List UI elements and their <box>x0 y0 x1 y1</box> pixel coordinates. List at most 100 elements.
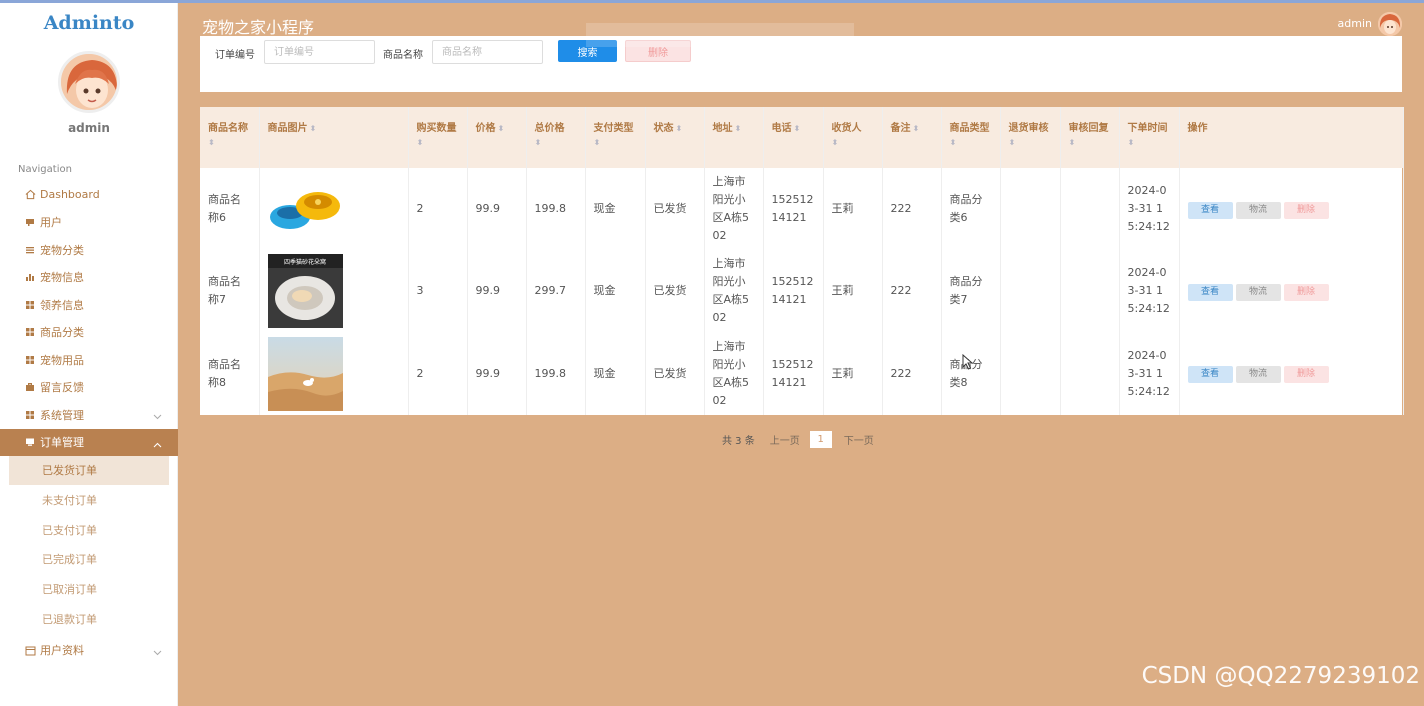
grid-icon <box>24 326 36 338</box>
column-header[interactable]: 支付类型 ⬍ <box>585 107 646 168</box>
next-page-button[interactable]: 下一页 <box>844 432 874 447</box>
user-icon <box>24 216 36 228</box>
submenu-paid-orders[interactable]: 已支付订单 <box>0 515 178 545</box>
column-header[interactable]: 购买数量 ⬍ <box>408 107 468 168</box>
calendar-icon <box>24 644 36 656</box>
column-header[interactable]: 电话 ⬍ <box>763 107 824 168</box>
logistics-button[interactable]: 物流 <box>1235 283 1281 301</box>
submenu-shipped-orders[interactable]: 已发货订单 <box>9 455 169 486</box>
header-avatar[interactable] <box>1378 12 1402 36</box>
prev-page-button[interactable]: 上一页 <box>770 432 800 447</box>
column-header[interactable]: 退货审核 ⬍ <box>1000 107 1061 168</box>
column-header[interactable]: 状态 ⬍ <box>645 107 705 168</box>
cell-actions: 查看 物流 删除 <box>1179 250 1404 333</box>
sidebar: Adminto admin Navigation Dashboard 用户 宠物… <box>0 0 178 706</box>
cell-time: 2024-03-31 15:24:12 <box>1119 168 1180 251</box>
column-header[interactable]: 备注 ⬍ <box>882 107 942 168</box>
cell-return-review <box>1000 168 1061 251</box>
logistics-button[interactable]: 物流 <box>1235 201 1281 219</box>
cell-note: 222 <box>882 168 942 251</box>
column-header[interactable]: 收货人 ⬍ <box>823 107 883 168</box>
sidebar-item-orders[interactable]: 订单管理 <box>0 428 178 456</box>
cat-bed-image: 四季猫砂花朵窝 <box>267 254 343 329</box>
top-accent-line <box>0 0 1424 3</box>
cell-receiver: 王莉 <box>823 250 883 333</box>
column-header[interactable]: 下单时间 ⬍ <box>1119 107 1180 168</box>
sidebar-item-user-profile[interactable]: 用户资料 <box>0 637 178 665</box>
sidebar-username: admin <box>68 121 110 135</box>
grid-icon <box>24 409 36 421</box>
briefcase-icon <box>24 381 36 393</box>
sidebar-item-feedback[interactable]: 留言反馈 <box>0 374 178 402</box>
sidebar-item-adoption[interactable]: 领养信息 <box>0 291 178 319</box>
logistics-button[interactable]: 物流 <box>1235 366 1281 384</box>
delete-button[interactable]: 删除 <box>1283 201 1329 219</box>
sidebar-item-label: 用户 <box>40 216 62 230</box>
chevron-up-icon <box>153 438 162 451</box>
header-username[interactable]: admin <box>1338 17 1372 30</box>
view-button[interactable]: 查看 <box>1187 283 1233 301</box>
cell-status: 已发货 <box>645 250 705 333</box>
submenu-completed-orders[interactable]: 已完成订单 <box>0 545 178 575</box>
sidebar-item-product-category[interactable]: 商品分类 <box>0 319 178 347</box>
cell-name: 商品名称6 <box>200 168 260 251</box>
delete-button[interactable]: 删除 <box>1283 366 1329 384</box>
chevron-down-icon <box>153 646 162 659</box>
cell-address: 上海市阳光小区A栋502 <box>704 332 764 415</box>
grid-icon <box>24 299 36 311</box>
submenu-unpaid-orders[interactable]: 未支付订单 <box>0 485 178 515</box>
column-header[interactable]: 商品图片 ⬍ <box>259 107 409 168</box>
column-header[interactable]: 审核回复 ⬍ <box>1060 107 1120 168</box>
column-header[interactable]: 商品名称 ⬍ <box>200 107 260 168</box>
chevron-down-icon <box>153 410 162 423</box>
view-button[interactable]: 查看 <box>1187 201 1233 219</box>
list-icon <box>24 244 36 256</box>
sort-icon: ⬍ <box>734 124 742 133</box>
delete-button[interactable]: 删除 <box>1283 283 1329 301</box>
column-header[interactable]: 总价格 ⬍ <box>526 107 586 168</box>
column-header[interactable]: 价格 ⬍ <box>467 107 527 168</box>
sort-icon: ⬍ <box>1008 138 1016 147</box>
cell-address: 上海市阳光小区A栋502 <box>704 250 764 333</box>
cell-return-review <box>1000 332 1061 415</box>
product-name-input[interactable] <box>432 40 543 64</box>
cell-reply <box>1060 250 1120 333</box>
home-icon <box>24 189 36 201</box>
chart-icon <box>24 271 36 283</box>
logo[interactable]: Adminto <box>0 12 178 34</box>
cell-pay-type: 现金 <box>585 250 646 333</box>
sidebar-item-system[interactable]: 系统管理 <box>0 401 178 429</box>
column-header[interactable]: 地址 ⬍ <box>704 107 764 168</box>
sidebar-item-user[interactable]: 用户 <box>0 209 178 237</box>
sort-icon: ⬍ <box>534 138 542 147</box>
sidebar-item-pet-supplies[interactable]: 宠物用品 <box>0 346 178 374</box>
sort-icon: ⬍ <box>416 138 424 147</box>
cell-total: 299.7 <box>526 250 586 333</box>
cell-qty: 3 <box>408 250 468 333</box>
page-number-1[interactable]: 1 <box>809 431 832 448</box>
cell-name: 商品名称7 <box>200 250 260 333</box>
cell-qty: 2 <box>408 332 468 415</box>
cell-price: 99.9 <box>467 250 527 333</box>
cell-image <box>259 168 409 251</box>
sort-icon: ⬍ <box>793 124 801 133</box>
cell-note: 222 <box>882 332 942 415</box>
cell-total: 199.8 <box>526 168 586 251</box>
sidebar-item-pet-category[interactable]: 宠物分类 <box>0 236 178 264</box>
view-button[interactable]: 查看 <box>1187 366 1233 384</box>
sort-icon: ⬍ <box>912 124 920 133</box>
cell-type: 商品分类8 <box>941 332 1001 415</box>
cell-phone: 15251214121 <box>763 250 824 333</box>
app-title: 宠物之家小程序 <box>202 18 315 37</box>
sidebar-item-label: 留言反馈 <box>40 381 84 395</box>
submenu-cancelled-orders[interactable]: 已取消订单 <box>0 574 178 604</box>
product-name-label: 商品名称 <box>383 50 423 61</box>
avatar[interactable] <box>58 51 120 113</box>
sidebar-item-dashboard[interactable]: Dashboard <box>0 181 178 209</box>
cell-total: 199.8 <box>526 332 586 415</box>
order-number-input[interactable] <box>264 40 375 64</box>
sidebar-item-pet-info[interactable]: 宠物信息 <box>0 264 178 292</box>
submenu-refunded-orders[interactable]: 已退款订单 <box>0 604 178 634</box>
column-header[interactable]: 商品类型 ⬍ <box>941 107 1001 168</box>
cell-phone: 15251214121 <box>763 332 824 415</box>
